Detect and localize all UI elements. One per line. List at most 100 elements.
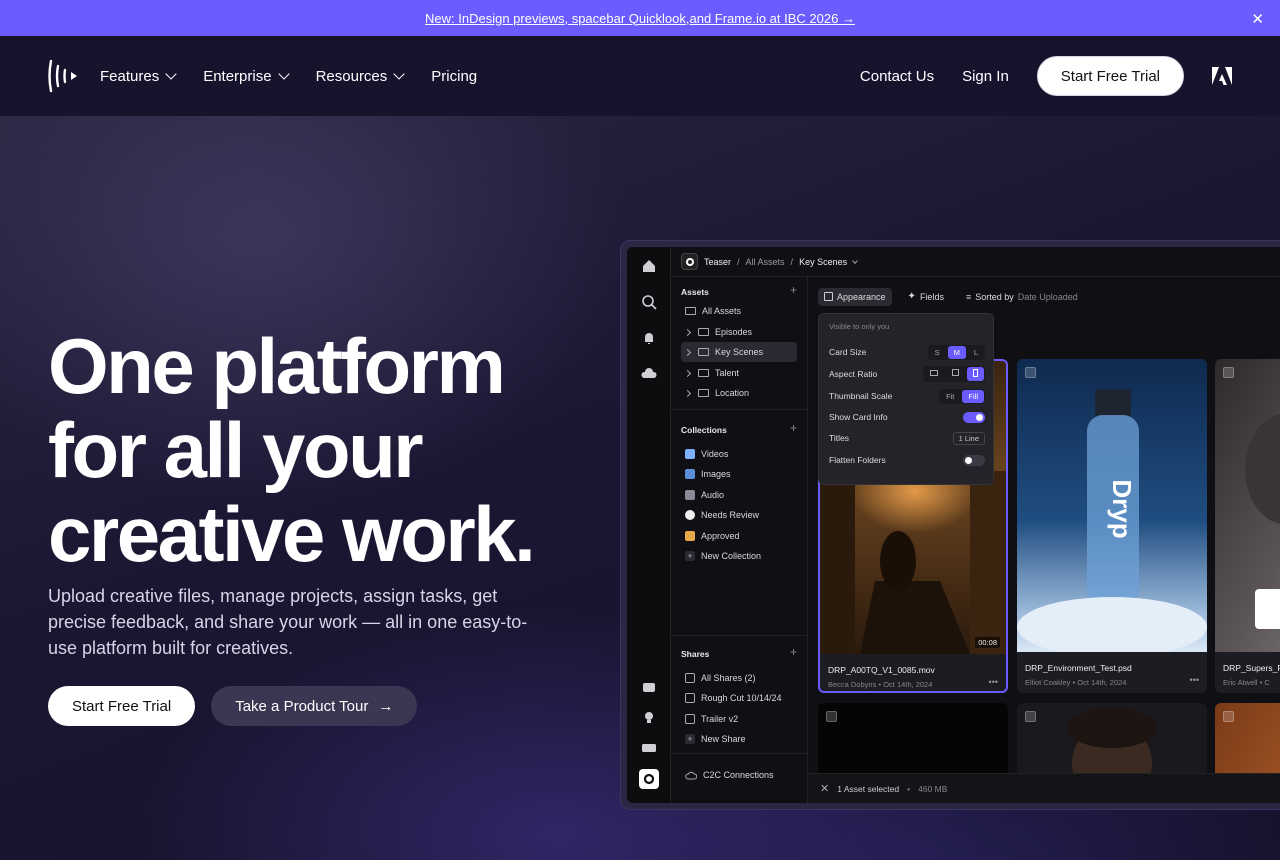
lightbulb-icon[interactable] bbox=[640, 709, 658, 727]
add-collection-icon[interactable]: + bbox=[790, 421, 797, 435]
more-options-icon[interactable]: ••• bbox=[1190, 675, 1199, 685]
asset-meta: Becca Dobyns • Oct 14th, 2024 bbox=[828, 680, 932, 689]
breadcrumb-project[interactable]: Teaser bbox=[704, 257, 731, 267]
aspect-ratio-label: Aspect Ratio bbox=[829, 369, 878, 379]
square-icon[interactable] bbox=[946, 367, 965, 381]
select-checkbox[interactable] bbox=[1223, 367, 1234, 378]
nav-features[interactable]: Features bbox=[100, 68, 177, 85]
meta-separator: • bbox=[1259, 678, 1263, 687]
sidebar-item-approved[interactable]: Approved bbox=[681, 526, 797, 546]
sidebar-item-videos[interactable]: Videos bbox=[681, 444, 797, 464]
asset-date: C bbox=[1264, 678, 1270, 687]
show-card-info-toggle[interactable] bbox=[963, 411, 985, 423]
chevron-right-icon[interactable] bbox=[683, 389, 692, 397]
sidebar-item-rough-cut[interactable]: Rough Cut 10/14/24 bbox=[681, 688, 797, 708]
assets-sidebar: Assets + All Assets Episodes Key Scenes … bbox=[671, 277, 808, 803]
portrait-icon[interactable] bbox=[967, 367, 984, 381]
size-m-option[interactable]: M bbox=[947, 345, 966, 359]
sidebar-item-all-assets[interactable]: All Assets bbox=[681, 301, 797, 321]
sidebar-item-c2c[interactable]: C2C Connections bbox=[681, 765, 797, 785]
landscape-icon[interactable] bbox=[924, 367, 944, 381]
sidebar-item-label: Trailer v2 bbox=[701, 714, 739, 724]
sidebar-item-audio[interactable]: Audio bbox=[681, 485, 797, 505]
sidebar-item-talent[interactable]: Talent bbox=[681, 363, 797, 383]
chevron-down-icon[interactable] bbox=[852, 257, 858, 264]
adobe-icon[interactable] bbox=[1212, 67, 1232, 85]
breadcrumb-current[interactable]: Key Scenes bbox=[799, 257, 847, 267]
sidebar-item-label: Approved bbox=[701, 531, 740, 541]
sort-button[interactable]: ≡ Sorted by Date Uploaded bbox=[960, 288, 1084, 306]
home-icon[interactable] bbox=[640, 257, 658, 275]
sidebar-item-all-shares[interactable]: All Shares (2) bbox=[681, 668, 797, 688]
bottle-image: Dryp bbox=[1017, 389, 1207, 657]
chevron-down-icon bbox=[165, 68, 177, 80]
nav-right: Contact Us Sign In Start Free Trial bbox=[860, 56, 1232, 96]
announcement-link[interactable]: New: InDesign previews, spacebar Quicklo… bbox=[425, 11, 855, 26]
sparkle-icon: ✦ bbox=[907, 291, 916, 302]
workspace-avatar[interactable] bbox=[639, 769, 659, 789]
appearance-button[interactable]: Appearance bbox=[818, 287, 892, 306]
party-icon bbox=[685, 531, 695, 541]
sidebar-item-needs-review[interactable]: Needs Review bbox=[681, 505, 797, 525]
scale-fill-option[interactable]: Fill bbox=[962, 389, 984, 403]
start-trial-button[interactable]: Start Free Trial bbox=[1036, 56, 1184, 96]
close-icon[interactable]: ✕ bbox=[1251, 10, 1264, 28]
nav-enterprise[interactable]: Enterprise bbox=[203, 68, 290, 85]
share-icon bbox=[685, 693, 695, 703]
select-checkbox[interactable] bbox=[1025, 367, 1036, 378]
breadcrumb-all-assets[interactable]: All Assets bbox=[746, 257, 785, 267]
sidebar-item-new-collection[interactable]: + New Collection bbox=[681, 546, 797, 566]
sidebar-item-location[interactable]: Location bbox=[681, 383, 797, 403]
asset-date: Oct 14th, 2024 bbox=[1077, 678, 1127, 687]
sidebar-item-key-scenes[interactable]: Key Scenes bbox=[681, 342, 797, 362]
assets-heading: Assets bbox=[681, 287, 709, 297]
add-share-icon[interactable]: + bbox=[790, 645, 797, 659]
asset-card[interactable]: DRP_Supers_F Eric Atwell • C bbox=[1215, 359, 1280, 693]
signin-link[interactable]: Sign In bbox=[962, 68, 1009, 85]
portrait-image bbox=[1245, 414, 1280, 629]
titles-select[interactable]: 1 Line bbox=[952, 431, 985, 445]
select-checkbox[interactable] bbox=[1025, 711, 1036, 722]
select-checkbox[interactable] bbox=[1223, 711, 1234, 722]
add-asset-icon[interactable]: + bbox=[790, 283, 797, 297]
close-icon[interactable]: ✕ bbox=[820, 782, 829, 795]
nav-pricing[interactable]: Pricing bbox=[431, 68, 477, 85]
fields-button[interactable]: ✦ Fields bbox=[902, 287, 950, 306]
image-icon bbox=[685, 469, 695, 479]
upload-cloud-icon[interactable] bbox=[640, 365, 658, 383]
hero-subtext: Upload creative files, manage projects, … bbox=[48, 586, 528, 658]
shares-heading: Shares bbox=[681, 649, 710, 659]
logo-icon[interactable] bbox=[48, 59, 78, 93]
flatten-folders-label: Flatten Folders bbox=[829, 455, 886, 465]
sidebar-item-new-share[interactable]: + New Share bbox=[681, 729, 797, 749]
select-checkbox[interactable] bbox=[826, 711, 837, 722]
bottle-label: Dryp bbox=[1107, 479, 1137, 538]
chevron-right-icon[interactable] bbox=[683, 369, 692, 377]
sidebar-item-images[interactable]: Images bbox=[681, 464, 797, 484]
chevron-right-icon[interactable] bbox=[683, 348, 692, 356]
sidebar-item-episodes[interactable]: Episodes bbox=[681, 322, 797, 342]
bell-icon[interactable] bbox=[640, 329, 658, 347]
thumbnail-scale-segmented: Fit Fill bbox=[939, 388, 985, 404]
scale-fit-option[interactable]: Fit bbox=[940, 390, 960, 403]
nav-resources[interactable]: Resources bbox=[316, 68, 405, 85]
asset-meta: Elliot Coakley • Oct 14th, 2024 bbox=[1025, 678, 1126, 687]
size-l-option[interactable]: L bbox=[968, 346, 984, 359]
selection-size: 460 MB bbox=[918, 783, 948, 794]
asset-card[interactable]: Dryp DRP_Environment_Test.psd Elliot Coa… bbox=[1017, 359, 1207, 693]
sidebar-item-trailer[interactable]: Trailer v2 bbox=[681, 709, 797, 729]
sidebar-item-label: Rough Cut 10/14/24 bbox=[701, 693, 782, 703]
keyboard-icon[interactable] bbox=[640, 739, 658, 757]
chevron-right-icon[interactable] bbox=[683, 328, 692, 336]
search-icon[interactable] bbox=[640, 293, 658, 311]
sidebar-item-label: New Collection bbox=[701, 551, 762, 561]
size-s-option[interactable]: S bbox=[929, 346, 946, 359]
divider bbox=[671, 409, 807, 410]
contact-link[interactable]: Contact Us bbox=[860, 68, 934, 85]
hero-start-trial-button[interactable]: Start Free Trial bbox=[48, 686, 196, 726]
more-options-icon[interactable]: ••• bbox=[989, 677, 998, 687]
flatten-folders-toggle[interactable] bbox=[963, 454, 985, 466]
icon-rail bbox=[627, 247, 671, 803]
feedback-icon[interactable] bbox=[640, 679, 658, 697]
product-tour-button[interactable]: Take a Product Tour → bbox=[211, 686, 418, 726]
